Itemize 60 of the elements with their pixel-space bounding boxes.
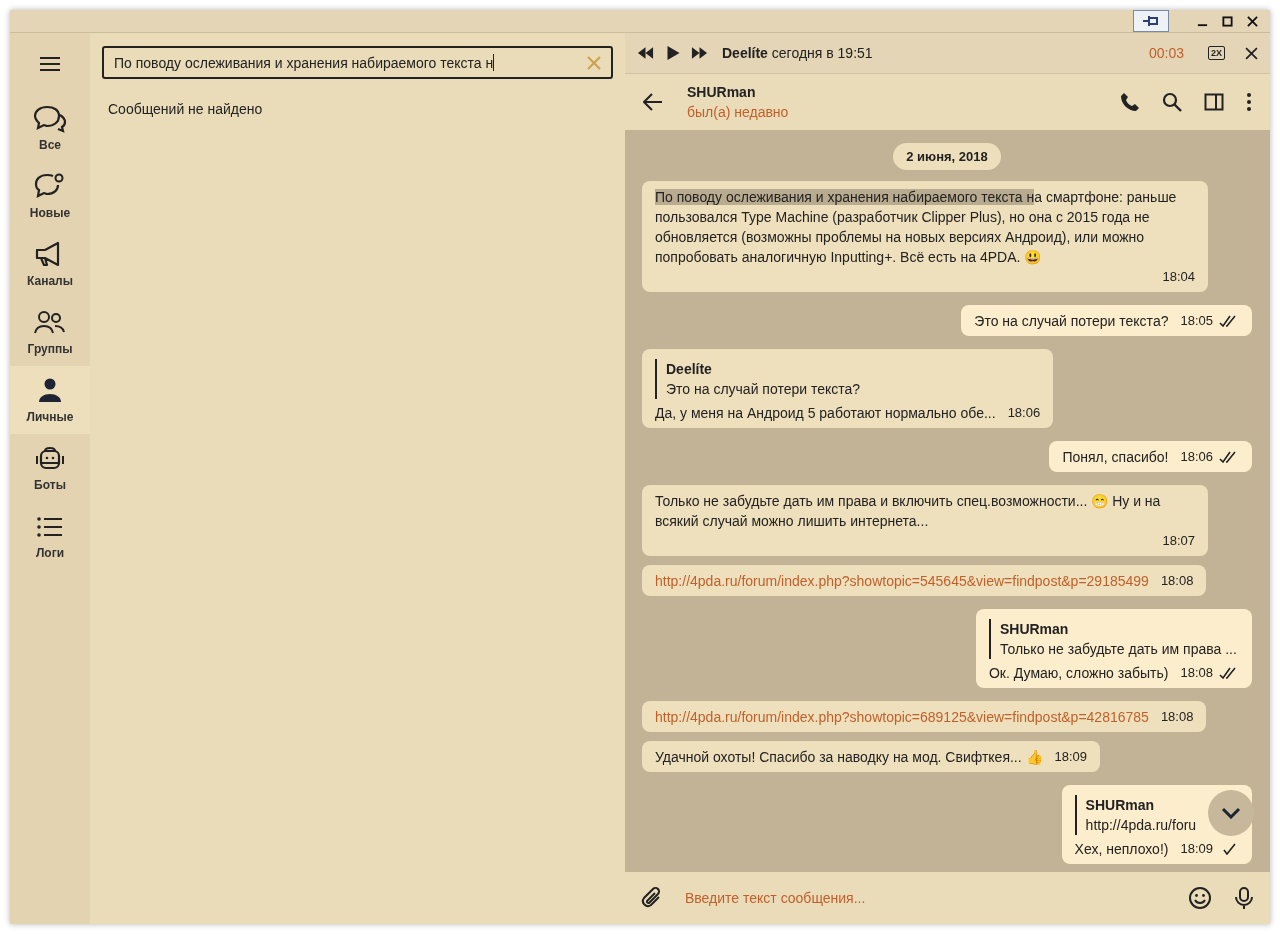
sidebar-toggle-icon[interactable] [1204, 92, 1224, 112]
message-time: 18:08 [1160, 708, 1194, 726]
message-text: Понял, спасибо! [1062, 448, 1169, 467]
folder-tab[interactable]: Все [10, 94, 90, 162]
chevron-down-icon [1221, 807, 1241, 819]
maximize-icon[interactable] [1222, 15, 1233, 27]
message-text: Удачной охоты! Спасибо за наводку на мод. Свифткея... 👍 [655, 748, 1043, 767]
more-icon[interactable] [1246, 92, 1252, 112]
track-title: Deelíte сегодня в 19:51 [722, 45, 873, 61]
message-text: По поводу ослеживания и хранения набираемого текста на смартфоне: раньше пользовался Type Machine (разработчик Clipper Plus), но она с 2015 года не обновляется (возможны проблемы на новых версиях Андроид), или можно попробовать аналогичную Inputting+. Всё есть на 4PDA. 😃 [655, 188, 1178, 267]
folder-tab[interactable]: Логи [10, 502, 90, 570]
speed-toggle[interactable]: 2X [1208, 46, 1225, 60]
message-text: Хех, неплохо!) [1074, 840, 1169, 859]
date-label: 2 июня, 2018 [893, 143, 1001, 170]
close-icon[interactable] [1245, 46, 1258, 60]
quote-text: http://4pda.ru/foru [1085, 816, 1197, 835]
close-icon[interactable] [1247, 15, 1258, 27]
message-time: 18:04 [1162, 268, 1195, 286]
folder-tab[interactable]: Каналы [10, 230, 90, 298]
no-results-text: Сообщений не найдено [108, 101, 264, 117]
search-icon[interactable] [1162, 92, 1182, 112]
message-time: 18:09 [1180, 840, 1213, 858]
microphone-icon[interactable] [1232, 886, 1256, 910]
contact-name: SHURman [687, 84, 757, 100]
quote-text: Это на случай потери текста? [666, 380, 861, 399]
folder-tab[interactable]: Боты [10, 434, 90, 502]
search-field[interactable]: По поводу ослеживания и хранения набираемого текста н [102, 46, 613, 79]
quoted-message[interactable]: SHURman http://4pda.ru/foru [1074, 795, 1197, 835]
smiley-icon[interactable] [1188, 886, 1212, 910]
folder-tab[interactable]: Новые [10, 162, 90, 230]
message-text: Это на случай потери текста? [974, 312, 1169, 331]
message-time: 18:06 [1007, 404, 1041, 422]
phone-icon[interactable] [1120, 92, 1140, 112]
elapsed-time: 00:03 [1148, 45, 1184, 61]
message-time: 18:08 [1160, 572, 1194, 590]
back-arrow-icon[interactable] [643, 93, 663, 111]
message-text: Да, у меня на Андроид 5 работают нормально обе... [655, 404, 996, 423]
paperclip-icon[interactable] [639, 886, 663, 910]
message-text: Ок. Думаю, сложно забыть) [988, 664, 1169, 683]
folder-tab[interactable]: Личные [10, 366, 90, 434]
folder-tab[interactable]: Группы [10, 298, 90, 366]
quote-author: Deelíte [666, 360, 713, 379]
chat-bubbles-icon [33, 104, 67, 134]
pin-icon[interactable] [1133, 10, 1169, 32]
quote-author: SHURman [999, 620, 1070, 639]
message-time: 18:05 [1180, 312, 1213, 330]
quoted-message[interactable]: SHURman Только не забудьте дать им права ... [988, 619, 1237, 659]
rewind-icon[interactable] [637, 46, 654, 60]
message-input[interactable]: Введите текст сообщения... [683, 889, 1048, 907]
contact-status: был(а) недавно [687, 104, 789, 120]
fast-forward-icon[interactable] [691, 46, 708, 60]
menu-icon[interactable] [39, 56, 61, 72]
message-time: 18:07 [1162, 532, 1195, 550]
quoted-message[interactable]: Deelíte Это на случай потери текста? [655, 359, 861, 399]
message-time: 18:06 [1180, 448, 1213, 466]
quote-text: Только не забудьте дать им права ... [999, 640, 1237, 659]
message-time: 18:08 [1180, 664, 1213, 682]
message-text: Только не забудьте дать им права и включить спец.возможности... 😁 Ну и на всякий случай можно лишить интернета... [655, 492, 1162, 531]
quote-author: SHURman [1085, 796, 1156, 815]
message-time: 18:09 [1054, 748, 1088, 766]
